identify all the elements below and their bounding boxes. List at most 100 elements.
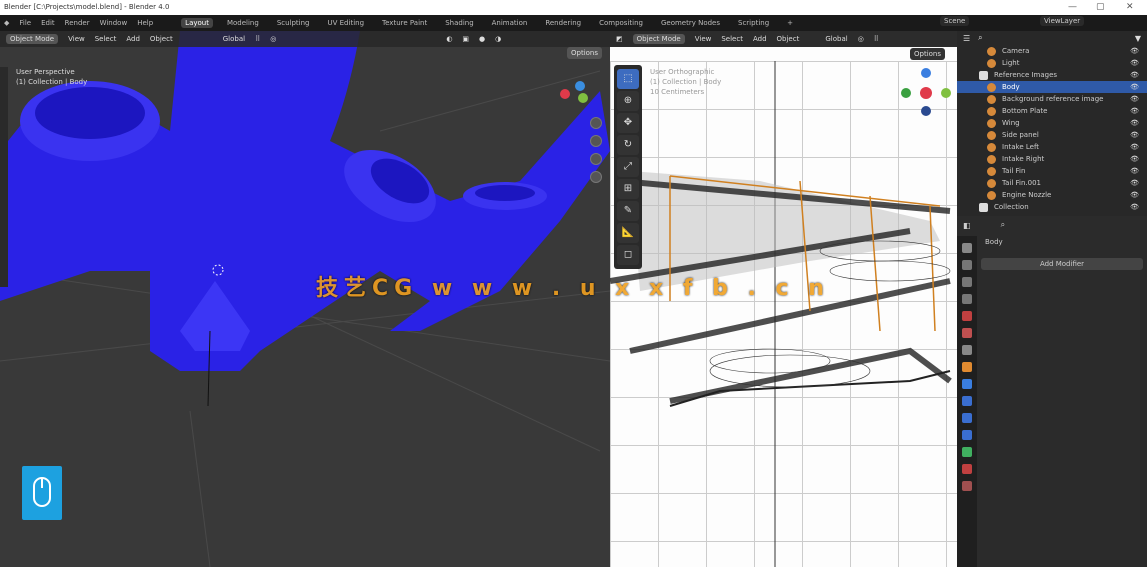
scene-selector[interactable]: Scene (940, 16, 970, 26)
shading-solid-icon[interactable]: ● (479, 35, 485, 43)
measure-tool-icon[interactable]: 📐 (617, 223, 639, 243)
camera-view-icon[interactable] (590, 153, 602, 165)
maximize-button[interactable]: ▢ (1096, 2, 1105, 12)
outliner-item[interactable]: Intake Left 👁 (957, 141, 1147, 153)
search-icon-props[interactable]: ⌕ (1001, 220, 1005, 230)
add-workspace-button[interactable]: + (783, 18, 797, 28)
visibility-toggle-icon[interactable]: 👁 (1130, 131, 1139, 139)
visibility-toggle-icon[interactable]: 👁 (1130, 179, 1139, 187)
add-modifier-button[interactable]: Add Modifier (981, 258, 1143, 270)
collection-tab-icon[interactable] (962, 345, 972, 355)
menu-select-2[interactable]: Select (721, 35, 743, 43)
menu-file[interactable]: File (19, 19, 31, 27)
menu-render[interactable]: Render (65, 19, 90, 27)
visibility-toggle-icon[interactable]: 👁 (1130, 71, 1139, 79)
world-tab-icon[interactable] (962, 328, 972, 338)
scene-tab-icon[interactable] (962, 311, 972, 321)
data-tab-icon[interactable] (962, 447, 972, 457)
menu-select[interactable]: Select (95, 35, 117, 43)
outliner-item[interactable]: Intake Right 👁 (957, 153, 1147, 165)
visibility-toggle-icon[interactable]: 👁 (1130, 47, 1139, 55)
xray-icon[interactable]: ▣ (462, 35, 469, 43)
outliner-item[interactable]: Collection 👁 (957, 201, 1147, 213)
tab-shading[interactable]: Shading (441, 18, 477, 28)
close-button[interactable]: ✕ (1126, 2, 1134, 12)
pivot-icon[interactable]: ◎ (858, 35, 864, 43)
outliner-item[interactable]: Tail Fin.001 👁 (957, 177, 1147, 189)
constraints-tab-icon[interactable] (962, 430, 972, 440)
search-icon[interactable]: ⌕ (978, 33, 982, 43)
visibility-toggle-icon[interactable]: 👁 (1130, 167, 1139, 175)
perspective-toggle-icon[interactable] (590, 171, 602, 183)
transform-orientation[interactable]: Global (223, 35, 245, 43)
blender-logo-icon[interactable]: ◆ (4, 19, 9, 27)
visibility-toggle-icon[interactable]: 👁 (1130, 191, 1139, 199)
rotate-tool-icon[interactable]: ↻ (617, 135, 639, 155)
outliner-item[interactable]: Engine Nozzle 👁 (957, 189, 1147, 201)
menu-object[interactable]: Object (150, 35, 173, 43)
tab-texture-paint[interactable]: Texture Paint (378, 18, 431, 28)
outliner-item[interactable]: Camera 👁 (957, 45, 1147, 57)
menu-view[interactable]: View (68, 35, 85, 43)
tool-tab-icon[interactable] (962, 243, 972, 253)
tab-rendering[interactable]: Rendering (541, 18, 585, 28)
select-tool-icon[interactable]: ⬚ (617, 69, 639, 89)
object-tab-icon[interactable] (962, 362, 972, 372)
menu-add-2[interactable]: Add (753, 35, 767, 43)
options-dropdown-2[interactable]: Options (910, 48, 946, 60)
overlay-icon[interactable]: ◐ (446, 35, 452, 43)
display-mode-icon[interactable]: ☰ (963, 34, 970, 43)
tab-uv-editing[interactable]: UV Editing (324, 18, 369, 28)
outliner-item[interactable]: Bottom Plate 👁 (957, 105, 1147, 117)
zoom-icon[interactable] (590, 117, 602, 129)
proportional-edit-icon[interactable]: ◎ (270, 35, 276, 43)
outliner-item[interactable]: Body 👁 (957, 81, 1147, 93)
outliner-item[interactable]: Wing 👁 (957, 117, 1147, 129)
physics-tab-icon[interactable] (962, 413, 972, 423)
visibility-toggle-icon[interactable]: 👁 (1130, 143, 1139, 151)
editor-type-icon[interactable]: ◩ (616, 35, 623, 43)
tab-compositing[interactable]: Compositing (595, 18, 647, 28)
tab-layout[interactable]: Layout (181, 18, 213, 28)
modifier-tab-icon[interactable] (962, 379, 972, 389)
view-layer-tab-icon[interactable] (962, 294, 972, 304)
visibility-toggle-icon[interactable]: 👁 (1130, 119, 1139, 127)
tab-animation[interactable]: Animation (488, 18, 532, 28)
outliner-item[interactable]: Tail Fin 👁 (957, 165, 1147, 177)
transform-orientation-2[interactable]: Global (825, 35, 847, 43)
visibility-toggle-icon[interactable]: 👁 (1130, 203, 1139, 211)
outliner-item[interactable]: Reference Images 👁 (957, 69, 1147, 81)
visibility-toggle-icon[interactable]: 👁 (1130, 95, 1139, 103)
visibility-toggle-icon[interactable]: 👁 (1130, 155, 1139, 163)
visibility-toggle-icon[interactable]: 👁 (1130, 83, 1139, 91)
menu-view-2[interactable]: View (695, 35, 712, 43)
options-dropdown[interactable]: Options (567, 47, 603, 59)
transform-tool-icon[interactable]: ⊞ (617, 179, 639, 199)
gizmo-x-icon[interactable] (560, 89, 570, 99)
menu-add[interactable]: Add (126, 35, 140, 43)
tab-geometry-nodes[interactable]: Geometry Nodes (657, 18, 724, 28)
toolbar[interactable] (0, 67, 8, 287)
outliner-item[interactable]: Background reference image 👁 (957, 93, 1147, 105)
tab-sculpting[interactable]: Sculpting (273, 18, 314, 28)
shading-material-icon[interactable]: ◑ (495, 35, 501, 43)
gizmo-z-icon[interactable] (575, 81, 585, 91)
move-tool-icon[interactable]: ✥ (617, 113, 639, 133)
pan-icon[interactable] (590, 135, 602, 147)
menu-help[interactable]: Help (137, 19, 153, 27)
scale-tool-icon[interactable]: ⤢ (617, 157, 639, 177)
outliner-item[interactable]: Light 👁 (957, 57, 1147, 69)
visibility-toggle-icon[interactable]: 👁 (1130, 59, 1139, 67)
snap-icon-2[interactable]: ⠿ (874, 35, 879, 43)
menu-edit[interactable]: Edit (41, 19, 55, 27)
gizmo-y-icon[interactable] (578, 93, 588, 103)
outliner-item[interactable]: Side panel 👁 (957, 129, 1147, 141)
filter-icon[interactable]: ▼ (1135, 34, 1141, 43)
menu-window[interactable]: Window (100, 19, 128, 27)
render-tab-icon[interactable] (962, 260, 972, 270)
editor-type-icon-props[interactable]: ◧ (963, 221, 971, 230)
material-tab-icon[interactable] (962, 464, 972, 474)
menu-object-2[interactable]: Object (777, 35, 800, 43)
add-cube-tool-icon[interactable]: ◻ (617, 245, 639, 265)
minimize-button[interactable]: — (1068, 2, 1077, 12)
